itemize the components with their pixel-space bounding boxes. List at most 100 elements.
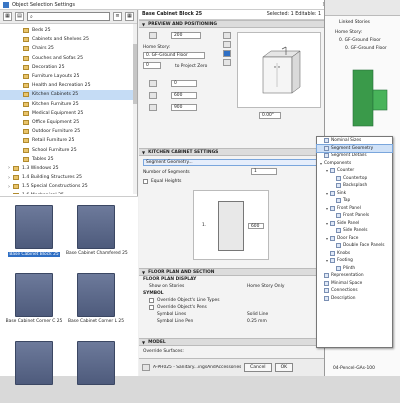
view-icon[interactable]: ▦ <box>3 12 12 21</box>
background-toolbar <box>325 0 400 16</box>
page-menu-item[interactable]: ▾ Sink <box>317 190 392 198</box>
tree-item[interactable]: Tables 25 <box>0 155 137 164</box>
tree-item-label: School Furniture 25 <box>32 147 77 153</box>
symbol-line-pen-value[interactable]: 0.25 mm <box>247 319 267 324</box>
override-line-types-checkbox[interactable] <box>149 298 154 303</box>
list-view-icon[interactable]: ≡ <box>113 12 122 21</box>
page-menu-item[interactable]: Segment Geometry <box>316 143 393 153</box>
folder-icon[interactable]: ▤ <box>15 12 24 21</box>
page-icon <box>336 198 341 204</box>
tree-item[interactable]: School Furniture 25 <box>0 145 137 154</box>
page-menu-item[interactable]: Plinth <box>317 265 392 273</box>
page-menu-item[interactable]: Description <box>317 295 392 303</box>
view-3d-icon[interactable] <box>223 41 231 48</box>
page-menu-item[interactable]: Representation <box>317 272 392 280</box>
dim-c-field[interactable]: 900 <box>171 104 197 111</box>
equal-heights-checkbox[interactable] <box>143 179 148 184</box>
home-story-label: Home Story: <box>143 45 171 50</box>
page-menu-item[interactable]: ▾ Counter <box>317 167 392 175</box>
object-thumbnail[interactable]: Base Cabinet Block 25 <box>4 201 64 267</box>
page-menu-item[interactable]: Segment Details <box>317 152 392 160</box>
section-model[interactable]: ▼ MODEL <box>139 338 324 346</box>
page-menu-item[interactable]: Tap <box>317 197 392 205</box>
scrollbar-thumb[interactable] <box>133 44 137 104</box>
tree-item[interactable]: Health and Recreation 25 <box>0 81 137 90</box>
num-segments-field[interactable]: 1 <box>251 168 277 175</box>
tree-item[interactable]: Kitchen Furniture 25 <box>0 100 137 109</box>
page-menu-item[interactable]: Connections <box>317 287 392 295</box>
tree-item[interactable]: Kitchen Cabinets 25 <box>0 90 137 100</box>
object-thumbnail[interactable]: Base Cabinet Chamfered 25 <box>66 201 128 267</box>
page-menu-item[interactable]: Front Panels <box>317 212 392 220</box>
tree-item[interactable]: Office Equipment 25 <box>0 118 137 127</box>
elevation-field[interactable]: 0 <box>143 62 161 69</box>
search-input[interactable]: ⌕ <box>27 12 110 21</box>
tree-item[interactable]: ›1.6 Mechanical 25 <box>0 191 137 194</box>
view-settings-icon[interactable] <box>223 50 231 57</box>
home-story-select[interactable]: 0. GF-Ground Floor <box>143 52 205 59</box>
folder-icon <box>23 156 29 162</box>
angle-field[interactable]: 0.00° <box>259 112 281 119</box>
view-side-icon[interactable] <box>223 59 231 66</box>
page-menu-item[interactable]: Minimal Space <box>317 280 392 288</box>
page-menu-item[interactable]: Backsplash <box>317 182 392 190</box>
folder-icon <box>23 28 29 34</box>
layer-value[interactable]: A-PH025 - Sanitary...ingsAndAccessories <box>153 365 241 370</box>
page-menu-item[interactable]: ▾ Side Panel <box>317 220 392 228</box>
symbol-lines-value[interactable]: Solid Line <box>247 312 268 317</box>
page-menu-item[interactable]: ▾ Footing <box>317 257 392 265</box>
tree-item[interactable]: Decoration 25 <box>0 63 137 72</box>
folder-icon <box>23 46 29 52</box>
tree-item[interactable]: Couches and Sofas 25 <box>0 54 137 63</box>
tree-item[interactable]: Retail Furniture 25 <box>0 136 137 145</box>
section-cabinet-settings[interactable]: ▼ KITCHEN CABINET SETTINGS <box>139 148 324 156</box>
tree-item-label: 1.6 Mechanical 25 <box>22 193 64 194</box>
object-thumbnail[interactable] <box>4 337 64 403</box>
object-thumbnail[interactable]: Base Cabinet Corner C 25 <box>4 269 64 335</box>
section-title: KITCHEN CABINET SETTINGS <box>148 149 219 155</box>
tree-item[interactable]: Beds 25 <box>0 26 137 35</box>
view-2d-icon[interactable] <box>223 32 231 39</box>
tree-item[interactable]: › 1.5 Special Constructions 25 <box>0 182 137 191</box>
section-preview[interactable]: ▼ PREVIEW AND POSITIONING <box>139 20 324 28</box>
segment-width-field[interactable]: 600 <box>248 223 264 229</box>
app-icon <box>3 1 9 8</box>
tree-item-label: Medical Equipment 25 <box>32 110 84 116</box>
tree-item[interactable]: Furniture Layouts 25 <box>0 72 137 81</box>
override-pens-checkbox[interactable] <box>149 305 154 310</box>
page-menu-item[interactable]: Nominal Sizes <box>317 137 392 145</box>
page-menu-item[interactable]: Double Face Panels <box>317 242 392 250</box>
grid-view-icon[interactable]: ▦ <box>125 12 134 21</box>
dim-b-field[interactable]: 600 <box>171 92 197 99</box>
page-menu-label: Sink <box>337 190 347 196</box>
tree-item[interactable]: Chairs 25 <box>0 44 137 53</box>
object-thumbnail[interactable]: Base Cabinet Corner L 25 <box>66 269 126 335</box>
tree-item[interactable]: Cabinets and Shelves 25 <box>0 35 137 44</box>
right-home-story-value[interactable]: 0. GF-Ground Floor <box>339 38 381 43</box>
ok-button[interactable]: OK <box>274 363 294 372</box>
dim-a-field[interactable]: 0 <box>171 80 197 87</box>
section-floor-plan[interactable]: ▼ FLOOR PLAN AND SECTION <box>139 268 324 276</box>
page-icon <box>336 243 341 249</box>
page-menu-item[interactable]: ▾ Door Face <box>317 235 392 243</box>
tree-item-label: Office Equipment 25 <box>32 119 80 125</box>
page-icon <box>324 295 329 301</box>
library-toolbar: ▦ ▤ ⌕ ≡ ▦ <box>0 10 137 24</box>
page-menu-item[interactable]: Countertop <box>317 175 392 183</box>
page-menu-item[interactable]: Knobs <box>317 250 392 258</box>
object-thumbnail[interactable] <box>66 337 126 403</box>
tree-item[interactable]: › 1.4 Building Structures 25 <box>0 173 137 182</box>
width-field[interactable]: 200 <box>171 32 201 39</box>
page-menu-item[interactable]: ▾ Components <box>317 160 392 168</box>
page-dropdown[interactable]: Segment Geometry... <box>143 159 319 166</box>
page-menu-item[interactable]: ▾ Front Panel <box>317 205 392 213</box>
tree-scrollbar[interactable] <box>133 24 137 194</box>
show-on-stories-value[interactable]: Home Story Only <box>247 284 284 289</box>
tree-item[interactable]: › 1.3 Windows 25 <box>0 164 137 173</box>
tree-item[interactable]: Outdoor Furniture 25 <box>0 127 137 136</box>
page-menu-item[interactable]: Side Panels <box>317 227 392 235</box>
tree-item-label: 1.5 Special Constructions 25 <box>22 184 88 190</box>
cancel-button[interactable]: Cancel <box>244 363 272 372</box>
tree-item[interactable]: Medical Equipment 25 <box>0 109 137 118</box>
right-link-value[interactable]: 0. GF-Ground Floor <box>345 46 387 51</box>
